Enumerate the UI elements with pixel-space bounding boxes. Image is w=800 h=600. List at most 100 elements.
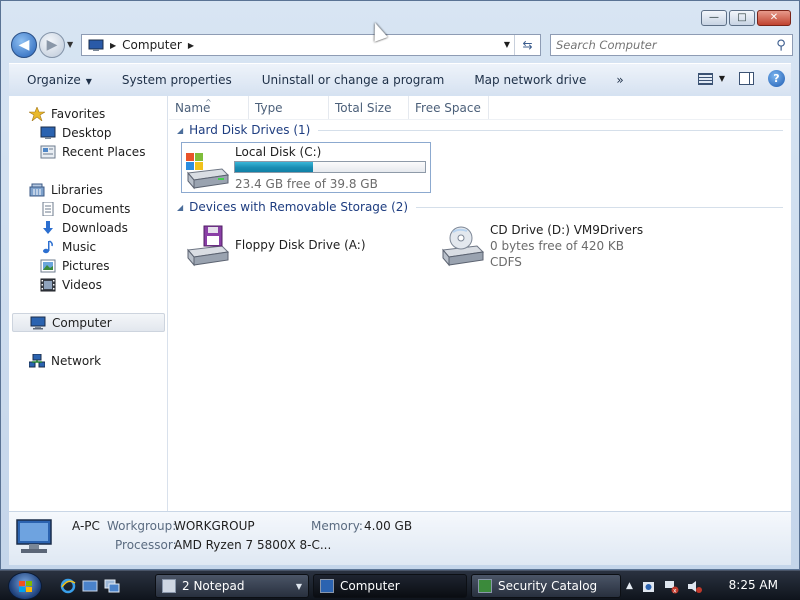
internet-explorer-icon[interactable] [60, 578, 76, 594]
sidebar-item-label: Computer [52, 315, 112, 330]
drive-file-system: CDFS [490, 255, 522, 269]
taskbar: 2 Notepad ▼ Computer Security Catalog ▲ … [0, 570, 800, 600]
collapse-triangle-icon[interactable]: ◢ [177, 203, 183, 212]
network-status-icon[interactable]: x [664, 579, 679, 594]
security-catalog-icon [478, 579, 492, 593]
minimize-icon: — [709, 12, 719, 23]
show-hidden-icons-button[interactable]: ▲ [626, 581, 633, 591]
libraries-icon [29, 183, 45, 196]
group-divider [416, 206, 783, 208]
sidebar-item-videos[interactable]: Videos [40, 275, 102, 294]
more-commands-button[interactable]: » [601, 73, 638, 87]
chevron-down-icon: ▼ [295, 581, 302, 591]
drive-local-disk[interactable]: Local Disk (C:) 23.4 GB free of 39.8 GB [181, 142, 431, 193]
sidebar-item-desktop[interactable]: Desktop [40, 123, 112, 142]
switch-windows-icon[interactable] [104, 578, 120, 594]
taskbar-button-computer[interactable]: Computer [313, 574, 467, 598]
search-icon[interactable]: ⚲ [770, 38, 792, 53]
breadcrumb-computer[interactable]: Computer [122, 38, 182, 52]
floppy-drive-icon [187, 225, 230, 267]
column-header-total-size[interactable]: Total Size [329, 96, 409, 119]
minimize-button[interactable]: — [701, 10, 727, 26]
search-input[interactable] [551, 38, 770, 52]
sidebar-item-network[interactable]: Network [29, 351, 101, 370]
help-button[interactable]: ? [768, 70, 785, 87]
sidebar-item-libraries[interactable]: Libraries [29, 180, 103, 199]
videos-icon [40, 278, 56, 291]
collapse-triangle-icon[interactable]: ◢ [177, 126, 183, 135]
sidebar-item-computer[interactable]: Computer [12, 313, 165, 332]
breadcrumb-separator-icon[interactable]: ▶ [188, 41, 194, 50]
back-button[interactable]: ◀ [11, 32, 37, 58]
refresh-button[interactable]: ⇆ [514, 35, 540, 55]
taskbar-button-security-catalog[interactable]: Security Catalog [471, 574, 621, 598]
sidebar-item-pictures[interactable]: Pictures [40, 256, 110, 275]
taskbar-button-notepad[interactable]: 2 Notepad ▼ [155, 574, 309, 598]
pictures-icon [40, 259, 56, 272]
computer-name: A-PC [72, 519, 100, 533]
change-view-button[interactable]: ▼ [697, 72, 725, 85]
taskbar-button-label: 2 Notepad [182, 579, 245, 593]
sidebar-item-label: Network [51, 353, 102, 368]
downloads-icon [43, 220, 53, 234]
drive-cd[interactable]: CD Drive (D:) VM9Drivers 0 bytes free of… [436, 219, 686, 269]
column-headers: ^ Name Type Total Size Free Space [169, 96, 791, 120]
command-bar: Organize ▼ System properties Uninstall or… [9, 63, 791, 95]
drive-usage-bar [234, 161, 426, 173]
column-header-type[interactable]: Type [249, 96, 329, 119]
navigation-bar: ◀ ▶ ▼ ▶ Computer ▶ ▼ ⇆ ⚲ [9, 31, 793, 59]
organize-button[interactable]: Organize ▼ [9, 73, 107, 87]
sidebar-item-music[interactable]: Music [40, 237, 96, 256]
drive-free-space: 0 bytes free of 420 KB [490, 239, 624, 253]
sidebar-item-favorites[interactable]: Favorites [29, 104, 105, 123]
hard-drive-icon [186, 153, 230, 190]
security-shield-icon[interactable] [641, 579, 656, 594]
svg-text:x: x [673, 587, 677, 594]
views-icon [697, 72, 713, 85]
forward-button[interactable]: ▶ [39, 32, 65, 58]
details-pane: A-PC Workgroup: WORKGROUP Memory: 4.00 G… [9, 511, 791, 565]
group-title: Hard Disk Drives (1) [189, 123, 311, 137]
close-button[interactable]: ✕ [757, 10, 791, 26]
recent-pages-dropdown[interactable]: ▼ [67, 40, 73, 49]
explorer-window: — □ ✕ ◀ ▶ ▼ ▶ Computer ▶ ▼ ⇆ ⚲ Organize ▼… [0, 0, 800, 570]
address-dropdown-icon[interactable]: ▼ [504, 40, 510, 49]
group-header-removable[interactable]: ◢ Devices with Removable Storage (2) [169, 198, 791, 216]
preview-pane-button[interactable] [739, 72, 754, 85]
map-network-drive-button[interactable]: Map network drive [459, 73, 601, 87]
breadcrumb-separator-icon[interactable]: ▶ [110, 41, 116, 50]
sidebar-item-documents[interactable]: Documents [40, 199, 130, 218]
group-title: Devices with Removable Storage (2) [189, 200, 409, 214]
maximize-icon: □ [737, 12, 747, 23]
sidebar-item-label: Recent Places [62, 144, 146, 159]
maximize-button[interactable]: □ [729, 10, 755, 26]
chevron-down-icon: ▼ [85, 76, 92, 86]
close-icon: ✕ [769, 12, 779, 23]
sidebar-item-label: Videos [62, 277, 102, 292]
desktop-icon [40, 126, 56, 139]
memory-value: 4.00 GB [364, 519, 413, 533]
sidebar-item-label: Documents [62, 201, 131, 216]
taskbar-button-label: Computer [340, 579, 400, 593]
column-header-free-space[interactable]: Free Space [409, 96, 489, 119]
column-header-name[interactable]: ^ Name [169, 96, 249, 119]
start-button[interactable] [8, 572, 42, 600]
group-header-hard-disk[interactable]: ◢ Hard Disk Drives (1) [169, 121, 791, 139]
drive-floppy[interactable]: Floppy Disk Drive (A:) [181, 219, 431, 269]
sidebar-item-recent-places[interactable]: Recent Places [40, 142, 145, 161]
clock[interactable]: 8:25 AM [729, 578, 778, 592]
uninstall-program-button[interactable]: Uninstall or change a program [247, 73, 460, 87]
search-box[interactable]: ⚲ [550, 34, 793, 56]
back-arrow-icon: ◀ [18, 37, 30, 53]
sidebar-item-downloads[interactable]: Downloads [40, 218, 128, 237]
sidebar-item-label: Pictures [62, 258, 110, 273]
system-properties-button[interactable]: System properties [107, 73, 247, 87]
volume-muted-icon[interactable] [687, 579, 702, 594]
computer-icon [16, 519, 52, 553]
address-bar[interactable]: ▶ Computer ▶ ▼ ⇆ [81, 34, 541, 56]
organize-label: Organize [27, 72, 81, 87]
show-desktop-icon[interactable] [82, 578, 98, 594]
view-controls: ▼ ? [697, 70, 785, 87]
music-icon [43, 239, 53, 253]
notepad-icon [162, 579, 176, 593]
